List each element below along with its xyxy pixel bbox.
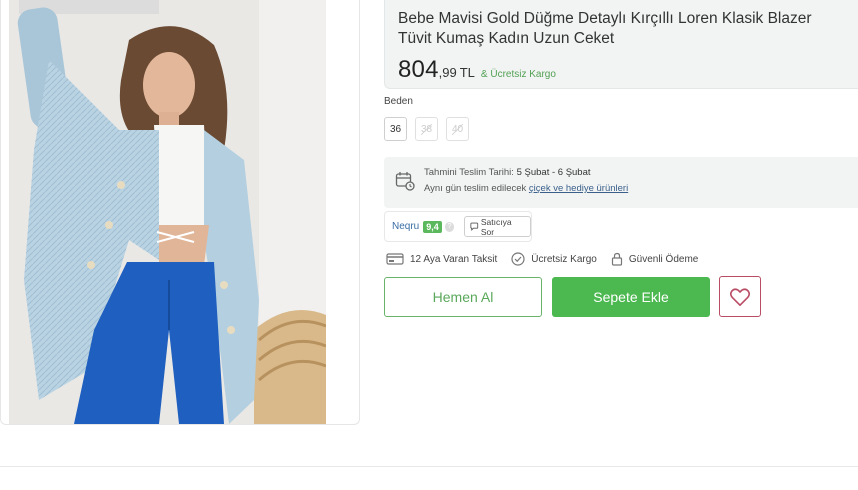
product-title-line2: Tüvit Kumaş Kadın Uzun Ceket	[398, 30, 615, 47]
delivery-info: Tahmini Teslim Tarihi: 5 Şubat - 6 Şubat…	[384, 157, 858, 208]
price-row: 804 ,99 TL & Ücretsiz Kargo	[398, 56, 846, 84]
heart-icon	[729, 287, 751, 306]
size-option-40[interactable]: 40	[446, 117, 469, 141]
price-currency: TL	[459, 65, 475, 80]
favorite-button[interactable]	[719, 276, 761, 317]
section-divider	[0, 466, 858, 467]
same-day-link[interactable]: çiçek ve hediye ürünleri	[529, 183, 628, 194]
product-image-card	[0, 0, 360, 425]
feature-installment: 12 Aya Varan Taksit	[386, 252, 497, 266]
seller-name[interactable]: Neqru	[392, 221, 419, 232]
add-to-cart-button[interactable]: Sepete Ekle	[552, 277, 710, 317]
product-photo[interactable]	[9, 0, 326, 424]
feature-installment-label: 12 Aya Varan Taksit	[410, 253, 498, 265]
feature-secure-payment: Güvenli Ödeme	[611, 252, 698, 266]
same-day-note: Aynı gün teslim edilecek çiçek ve hediye…	[424, 183, 628, 194]
free-shipping-note: & Ücretsiz Kargo	[480, 69, 556, 80]
delivery-dates: 5 Şubat - 6 Şubat	[516, 167, 591, 178]
feature-free-shipping-label: Ücretsiz Kargo	[531, 253, 597, 265]
product-photo-illustration	[9, 0, 326, 424]
seller-box: Neqru 9,4 ? Satıcıya Sor	[384, 211, 532, 242]
price-main: 804	[398, 56, 439, 83]
seller-help-icon[interactable]: ?	[444, 221, 455, 232]
size-selector: 36 38 40	[384, 117, 469, 141]
size-option-38[interactable]: 38	[415, 117, 438, 141]
product-title-line1: Bebe Mavisi Gold Düğme Detaylı Kırçıllı …	[398, 10, 812, 27]
size-option-36[interactable]: 36	[384, 117, 407, 141]
buy-now-button[interactable]: Hemen Al	[384, 277, 542, 317]
delivery-estimate: Tahmini Teslim Tarihi: 5 Şubat - 6 Şubat	[424, 167, 591, 178]
seller-score-badge: 9,4	[423, 220, 442, 233]
chat-icon	[470, 222, 479, 231]
lock-icon	[611, 252, 622, 266]
delivery-estimate-label: Tahmini Teslim Tarihi:	[424, 167, 517, 178]
feature-free-shipping: Ücretsiz Kargo	[511, 252, 597, 266]
ask-seller-button[interactable]: Satıcıya Sor	[464, 216, 531, 237]
product-title: Bebe Mavisi Gold Düğme Detaylı Kırçıllı …	[398, 9, 846, 49]
credit-card-icon	[386, 253, 404, 265]
size-label: Beden	[384, 96, 413, 107]
calendar-truck-icon	[395, 171, 415, 196]
ask-seller-label: Satıcıya Sor	[480, 216, 512, 237]
check-circle-icon	[511, 252, 525, 266]
same-day-prefix: Aynı gün teslim edilecek	[424, 183, 529, 194]
price-decimal: ,99	[438, 65, 457, 80]
feature-list: 12 Aya Varan Taksit Ücretsiz Kargo Güven…	[386, 252, 712, 266]
feature-secure-payment-label: Güvenli Ödeme	[628, 253, 699, 265]
product-header: Bebe Mavisi Gold Düğme Detaylı Kırçıllı …	[384, 0, 858, 89]
